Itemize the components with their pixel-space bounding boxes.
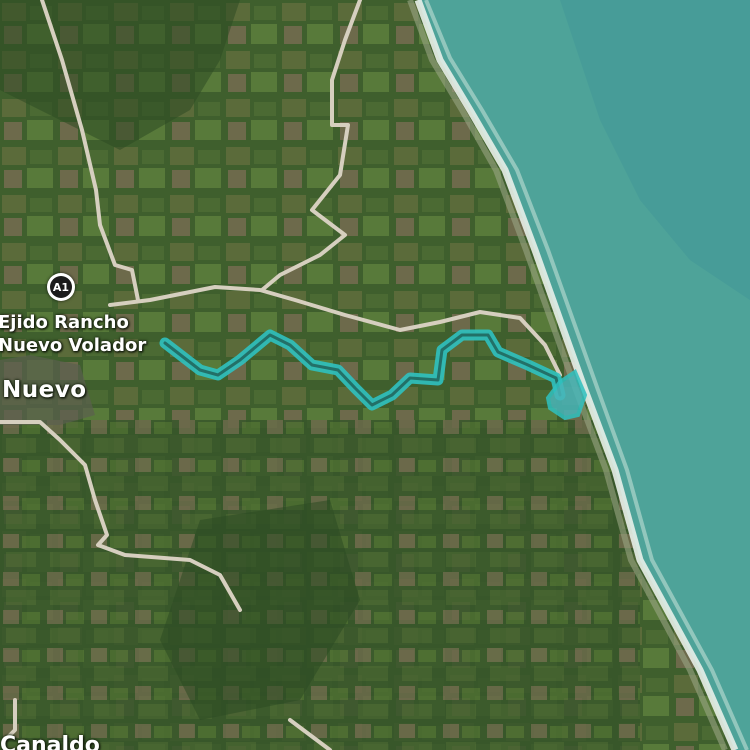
marker-label: A1 (50, 276, 72, 298)
map-view[interactable]: A1 Ejido Rancho Nuevo Volador Nuevo Cana… (0, 0, 750, 750)
town-label: Nuevo (2, 377, 87, 403)
place-label-line1: Ejido Rancho (0, 312, 129, 333)
bottom-cut-label: Canaldo (0, 733, 100, 750)
satellite-map (0, 0, 750, 750)
map-pin-icon[interactable]: A1 (47, 273, 75, 301)
place-label: Ejido Rancho Nuevo Volador (0, 311, 146, 357)
place-label-line2: Nuevo Volador (0, 335, 147, 356)
